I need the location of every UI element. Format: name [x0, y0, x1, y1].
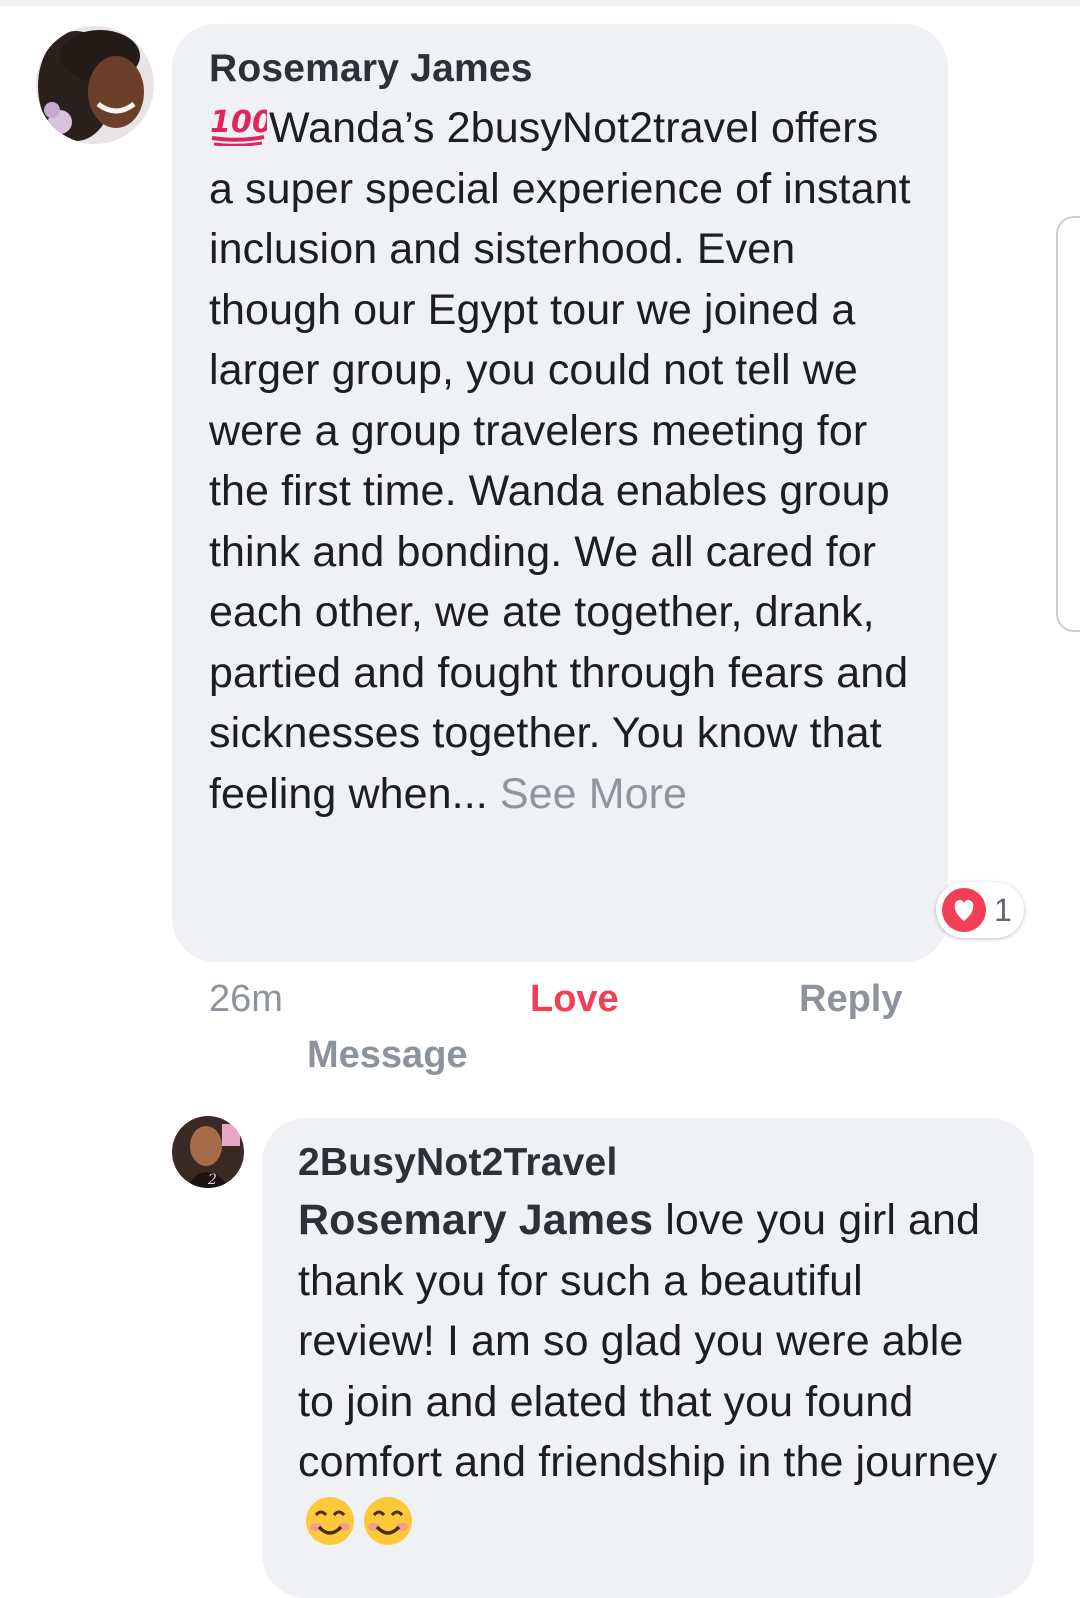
scroll-handle[interactable] — [1056, 216, 1080, 632]
svg-text:100: 100 — [210, 105, 267, 140]
see-more-link[interactable]: See More — [500, 770, 687, 818]
smiling-face-emoji — [364, 1496, 412, 1545]
comment-bubble: Rosemary James 100 Wanda’s 2busyNot2trav… — [172, 24, 948, 962]
reply-mention[interactable]: Rosemary James — [298, 1196, 653, 1244]
reaction-summary[interactable]: 1 — [936, 882, 1024, 938]
100-points-emoji: 100 — [210, 105, 267, 146]
svg-text:2: 2 — [207, 1172, 217, 1188]
message-button[interactable]: Message — [307, 1034, 468, 1077]
reply-text: Rosemary James love you girl and thank y… — [298, 1190, 1004, 1553]
reaction-count: 1 — [994, 891, 1012, 928]
avatar-rosemary-james[interactable] — [36, 26, 154, 144]
love-button[interactable]: Love — [530, 978, 619, 1021]
comment-timestamp: 26m — [209, 978, 283, 1020]
smiling-face-emoji — [306, 1496, 354, 1545]
avatar-2busynot2travel[interactable]: 2 — [172, 1116, 244, 1188]
reply-bubble: 2BusyNot2Travel Rosemary James love you … — [262, 1118, 1034, 1598]
comment-body: Wanda’s 2busyNot2travel offers a super s… — [209, 104, 911, 818]
comment-text: 100 Wanda’s 2busyNot2travel offers a sup… — [209, 98, 914, 824]
love-reaction-icon — [942, 888, 986, 932]
reply-button[interactable]: Reply — [799, 978, 902, 1021]
comment-author[interactable]: Rosemary James — [209, 46, 912, 92]
top-divider — [0, 0, 1080, 6]
reply-author[interactable]: 2BusyNot2Travel — [298, 1140, 1004, 1186]
